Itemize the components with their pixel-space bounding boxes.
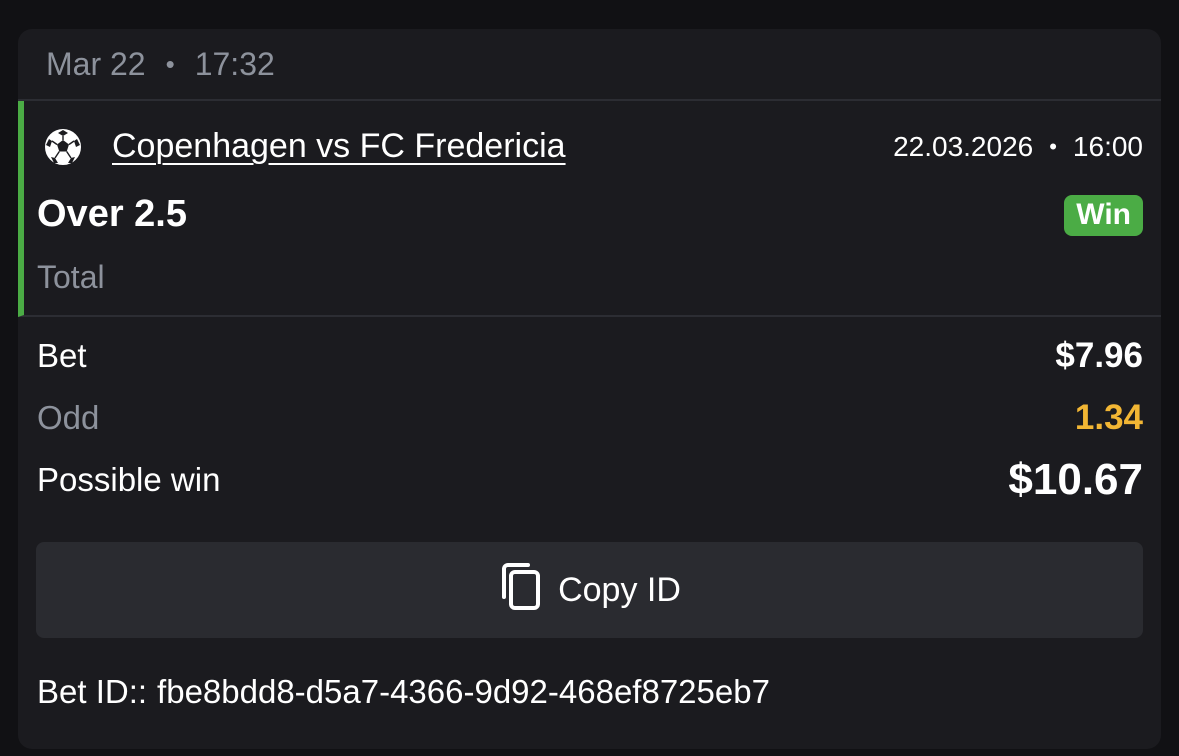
bet-id: Bet ID:: fbe8bdd8-d5a7-4366-9d92-468ef87… — [37, 673, 770, 711]
match-link[interactable]: Copenhagen vs FC Fredericia — [112, 127, 566, 166]
bet-placed-date: Mar 22 — [46, 45, 146, 82]
possible-win-label: Possible win — [37, 461, 221, 498]
separator-dot: • — [1049, 133, 1057, 159]
soccer-ball-icon — [44, 128, 82, 166]
bet-summary: Bet $7.96 Odd 1.34 Possible win $10.67 — [18, 317, 1161, 511]
event-datetime: 22.03.2026 • 16:00 — [893, 131, 1143, 163]
copy-icon — [498, 561, 558, 620]
copy-id-label: Copy ID — [558, 570, 681, 609]
event-time: 16:00 — [1072, 130, 1143, 162]
bet-amount-row: Bet $7.96 — [37, 325, 1143, 387]
event-date: 22.03.2026 — [893, 130, 1034, 162]
copy-id-button[interactable]: Copy ID — [36, 542, 1143, 638]
bet-placed-time: 17:32 — [194, 45, 275, 82]
possible-win-row: Possible win $10.67 — [37, 449, 1143, 511]
odd-label: Odd — [37, 399, 100, 436]
event-section: Copenhagen vs FC Fredericia 22.03.2026 •… — [18, 101, 1161, 317]
bet-card: Mar 22 • 17:32 Copenhagen vs FC Frederic… — [18, 29, 1161, 749]
odd-row: Odd 1.34 — [37, 387, 1143, 449]
separator-dot: • — [165, 48, 175, 79]
bet-id-label: Bet ID:: — [37, 673, 148, 710]
possible-win-value: $10.67 — [1008, 455, 1143, 504]
status-badge: Win — [1064, 195, 1143, 236]
odd-value: 1.34 — [1074, 398, 1143, 437]
bet-id-value: fbe8bdd8-d5a7-4366-9d92-468ef8725eb7 — [157, 673, 770, 710]
bet-selection: Over 2.5 — [37, 193, 187, 235]
bet-placed-datetime: Mar 22 • 17:32 — [18, 29, 1161, 101]
bet-amount-value: $7.96 — [1055, 336, 1143, 375]
market-type: Total — [37, 259, 105, 295]
bet-amount-label: Bet — [37, 337, 87, 374]
